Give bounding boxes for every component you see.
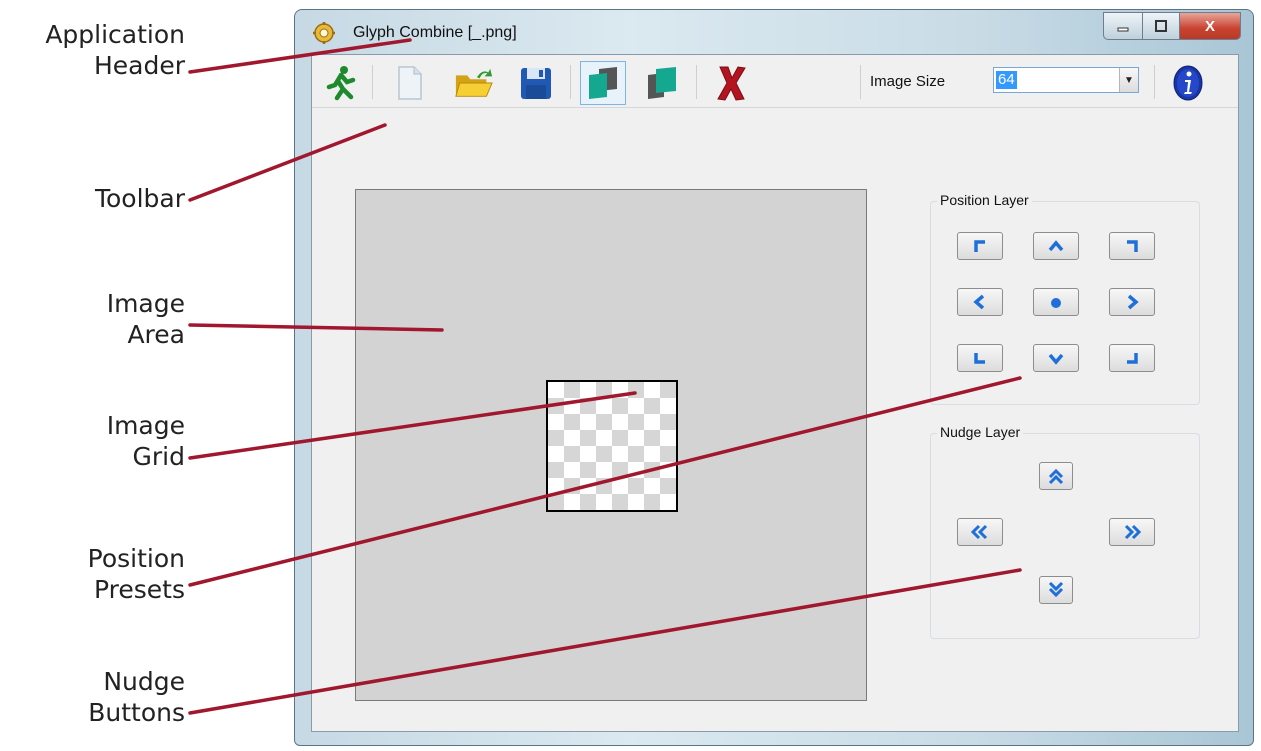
toolbar-separator <box>372 65 373 99</box>
position-layer-group: Position Layer <box>930 192 1200 405</box>
maximize-button[interactable] <box>1143 12 1180 40</box>
image-area[interactable] <box>355 189 867 701</box>
toolbar: Image Size 64 ▼ <box>312 55 1238 108</box>
open-folder-icon <box>455 68 493 97</box>
callout-application-header: Application Header <box>45 19 185 81</box>
position-top-right-button[interactable] <box>1109 232 1155 260</box>
toolbar-separator <box>570 65 571 99</box>
maximize-icon <box>1155 20 1167 32</box>
floppy-disk-icon <box>521 68 551 99</box>
layer-front-button[interactable] <box>642 63 682 103</box>
window-title: Glyph Combine [_.png] <box>353 24 517 41</box>
info-button[interactable] <box>1168 63 1208 103</box>
exit-button[interactable] <box>320 63 360 103</box>
gear-icon[interactable] <box>313 22 335 44</box>
nudge-layer-title: Nudge Layer <box>937 424 1024 440</box>
nudge-down-button[interactable] <box>1039 576 1073 604</box>
chevron-down-icon <box>1048 353 1064 365</box>
toolbar-separator <box>696 65 697 99</box>
image-size-value[interactable]: 64 <box>996 71 1017 89</box>
callout-text: Application <box>45 20 185 49</box>
window-controls: X <box>1103 12 1241 40</box>
callout-toolbar: Toolbar <box>95 183 185 214</box>
callout-text: Image <box>106 411 185 440</box>
corner-bottom-right-icon <box>1127 353 1138 364</box>
double-chevron-left-icon <box>970 524 988 540</box>
callout-nudge-buttons: Nudge Buttons <box>88 666 185 728</box>
minimize-button[interactable] <box>1103 12 1143 40</box>
callout-text: Grid <box>132 442 185 471</box>
callout-image-grid: Image Grid <box>107 410 185 472</box>
chevron-up-icon <box>1048 240 1064 252</box>
callout-text: Nudge <box>103 667 185 696</box>
position-bottom-left-button[interactable] <box>957 344 1003 372</box>
layers-back-icon <box>589 67 617 99</box>
double-chevron-right-icon <box>1124 524 1142 540</box>
nudge-right-button[interactable] <box>1109 518 1155 546</box>
image-size-select[interactable]: 64 ▼ <box>993 67 1139 93</box>
info-icon <box>1173 65 1203 101</box>
chevron-right-icon <box>1127 294 1139 310</box>
corner-top-right-icon <box>1127 240 1138 252</box>
corner-top-left-icon <box>974 240 985 252</box>
callout-text: Area <box>127 320 185 349</box>
position-top-left-button[interactable] <box>957 232 1003 260</box>
save-button[interactable] <box>516 63 556 103</box>
toolbar-separator <box>860 65 861 99</box>
nudge-up-button[interactable] <box>1039 462 1073 490</box>
nudge-layer-group: Nudge Layer <box>930 424 1200 639</box>
double-chevron-down-icon <box>1048 582 1064 598</box>
close-button[interactable]: X <box>1180 12 1241 40</box>
toolbar-separator <box>1154 65 1155 99</box>
corner-bottom-left-icon <box>974 353 985 364</box>
callout-text: Position <box>87 544 185 573</box>
layer-back-button[interactable] <box>580 61 626 105</box>
nudge-left-button[interactable] <box>957 518 1003 546</box>
dot-icon <box>1051 298 1061 308</box>
position-center-button[interactable] <box>1033 288 1079 316</box>
client-area: Image Size 64 ▼ Position Layer Nudge Lay… <box>311 54 1239 732</box>
image-grid[interactable] <box>546 380 678 512</box>
chevron-down-icon[interactable]: ▼ <box>1119 68 1138 92</box>
position-layer-title: Position Layer <box>937 192 1032 208</box>
callout-position-presets: Position Presets <box>88 543 185 605</box>
position-right-button[interactable] <box>1109 288 1155 316</box>
position-left-button[interactable] <box>957 288 1003 316</box>
position-bottom-button[interactable] <box>1033 344 1079 372</box>
callout-image-area: Image Area <box>107 288 185 350</box>
double-chevron-up-icon <box>1048 468 1064 484</box>
application-window: Glyph Combine [_.png] X Image Size 64 ▼ … <box>294 9 1254 746</box>
image-size-label: Image Size <box>870 73 946 90</box>
position-bottom-right-button[interactable] <box>1109 344 1155 372</box>
callout-text: Header <box>93 51 185 80</box>
close-icon: X <box>1204 17 1215 35</box>
chevron-left-icon <box>973 294 985 310</box>
layers-front-icon <box>648 67 676 99</box>
callout-text: Image <box>106 289 185 318</box>
open-button[interactable] <box>454 63 494 103</box>
callout-text: Buttons <box>88 698 185 727</box>
position-top-button[interactable] <box>1033 232 1079 260</box>
minimize-icon <box>1117 27 1129 32</box>
callout-text: Toolbar <box>94 184 185 213</box>
callout-text: Presets <box>94 575 185 604</box>
red-x-icon <box>717 66 746 101</box>
title-bar[interactable]: Glyph Combine [_.png] X <box>295 10 1253 50</box>
new-button[interactable] <box>390 63 430 103</box>
running-man-exit-icon <box>326 66 356 101</box>
blank-page-icon <box>398 66 422 100</box>
delete-button[interactable] <box>712 63 752 103</box>
